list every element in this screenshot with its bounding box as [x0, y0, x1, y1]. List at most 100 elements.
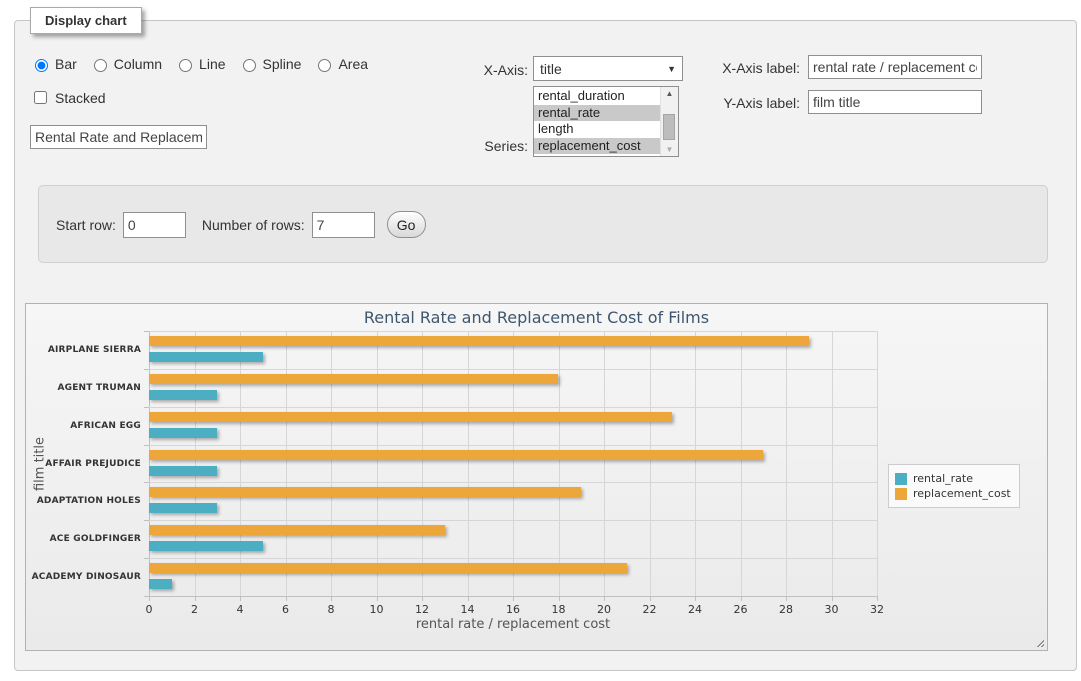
y-axis-label-label: Y-Axis label:: [700, 95, 800, 111]
bar-rental_rate[interactable]: [149, 503, 217, 513]
grid-line-h: [149, 407, 877, 408]
category-label: AFRICAN EGG: [26, 421, 141, 431]
x-tick-label: 14: [461, 603, 475, 616]
category-label: AGENT TRUMAN: [26, 383, 141, 393]
chart-title-input[interactable]: [30, 125, 207, 149]
bar-replacement_cost[interactable]: [149, 525, 445, 535]
series-select-label: Series:: [428, 138, 528, 154]
x-axis-select[interactable]: title ▼: [533, 56, 683, 81]
y-axis-tick: [144, 520, 149, 521]
grid-line-v: [832, 331, 833, 596]
x-tick-label: 18: [552, 603, 566, 616]
chart-type-label-column: Column: [114, 56, 162, 72]
x-tick-label: 22: [643, 603, 657, 616]
chart-type-radio-area[interactable]: [318, 59, 331, 72]
bar-rental_rate[interactable]: [149, 352, 263, 362]
chart-type-radio-column[interactable]: [94, 59, 107, 72]
stacked-label: Stacked: [55, 90, 106, 106]
x-tick-label: 2: [191, 603, 198, 616]
grid-line-v: [195, 331, 196, 596]
resize-handle[interactable]: [1034, 637, 1044, 647]
series-option-replacement_cost[interactable]: replacement_cost: [534, 138, 660, 155]
scrollbar-thumb[interactable]: [663, 114, 675, 140]
series-option-length[interactable]: length: [534, 121, 660, 138]
bar-rental_rate[interactable]: [149, 579, 172, 589]
bar-rental_rate[interactable]: [149, 428, 217, 438]
chevron-down-icon: ▼: [667, 64, 676, 74]
num-rows-input[interactable]: [312, 212, 375, 238]
x-axis-line: [149, 596, 877, 597]
start-row-input[interactable]: [123, 212, 186, 238]
grid-line-v: [877, 331, 878, 596]
x-tick-label: 16: [506, 603, 520, 616]
chart-type-radio-bar[interactable]: [35, 59, 48, 72]
series-option-rental_rate[interactable]: rental_rate: [534, 105, 660, 122]
chart-type-label-line: Line: [199, 56, 225, 72]
category-label: ADAPTATION HOLES: [26, 496, 141, 506]
grid-line-v: [741, 331, 742, 596]
bar-replacement_cost[interactable]: [149, 563, 627, 573]
grid-line-v: [513, 331, 514, 596]
x-axis-label-label: X-Axis label:: [700, 60, 800, 76]
bar-replacement_cost[interactable]: [149, 374, 558, 384]
x-axis-selected-value: title: [540, 61, 562, 77]
y-axis-line: [149, 331, 150, 596]
start-row-label: Start row:: [56, 217, 116, 233]
grid-line-v: [468, 331, 469, 596]
grid-line-v: [786, 331, 787, 596]
grid-line-v: [377, 331, 378, 596]
series-scrollbar[interactable]: ▲ ▼: [660, 87, 678, 156]
grid-line-v: [422, 331, 423, 596]
legend-swatch-rental_rate: [895, 473, 907, 485]
y-axis-tick: [144, 331, 149, 332]
grid-line-v: [604, 331, 605, 596]
x-tick-label: 0: [146, 603, 153, 616]
y-axis-tick: [144, 445, 149, 446]
grid-line-h: [149, 558, 877, 559]
x-axis-select-label: X-Axis:: [428, 62, 528, 78]
y-axis-tick: [144, 369, 149, 370]
stacked-row: Stacked: [30, 88, 106, 107]
chart-type-label-area: Area: [338, 56, 368, 72]
y-axis-label-input[interactable]: [808, 90, 982, 114]
grid-line-v: [695, 331, 696, 596]
chart-type-label-bar: Bar: [55, 56, 77, 72]
y-axis-tick: [144, 558, 149, 559]
legend-label: replacement_cost: [913, 487, 1011, 500]
series-option-rental_duration[interactable]: rental_duration: [534, 88, 660, 105]
category-label: ACE GOLDFINGER: [26, 534, 141, 544]
scroll-down-icon[interactable]: ▼: [661, 145, 678, 154]
x-axis-label-input[interactable]: [808, 55, 982, 79]
bar-rental_rate[interactable]: [149, 466, 217, 476]
legend-item-rental_rate[interactable]: rental_rate: [895, 472, 1011, 485]
legend-item-replacement_cost[interactable]: replacement_cost: [895, 487, 1011, 500]
x-tick-label: 24: [688, 603, 702, 616]
chart-type-radio-line[interactable]: [179, 59, 192, 72]
stacked-checkbox[interactable]: [34, 91, 47, 104]
grid-line-h: [149, 482, 877, 483]
grid-line-v: [331, 331, 332, 596]
bar-replacement_cost[interactable]: [149, 412, 672, 422]
chart-legend: rental_rate replacement_cost: [888, 464, 1020, 508]
category-label: ACADEMY DINOSAUR: [26, 572, 141, 582]
x-tick-label: 8: [328, 603, 335, 616]
x-tick-label: 30: [825, 603, 839, 616]
bar-replacement_cost[interactable]: [149, 450, 763, 460]
x-tick-label: 12: [415, 603, 429, 616]
chart-type-radio-spline[interactable]: [243, 59, 256, 72]
bar-rental_rate[interactable]: [149, 390, 217, 400]
series-listbox[interactable]: rental_durationrental_ratelengthreplacem…: [533, 86, 679, 157]
bar-replacement_cost[interactable]: [149, 487, 581, 497]
x-axis-tick: [877, 596, 878, 601]
grid-line-v: [240, 331, 241, 596]
go-button[interactable]: Go: [387, 211, 426, 238]
bar-rental_rate[interactable]: [149, 541, 263, 551]
x-tick-label: 28: [779, 603, 793, 616]
x-tick-label: 32: [870, 603, 884, 616]
scroll-up-icon[interactable]: ▲: [661, 89, 678, 98]
bar-replacement_cost[interactable]: [149, 336, 809, 346]
x-axis-title: rental rate / replacement cost: [416, 617, 610, 632]
chart-type-radios: BarColumnLineSplineArea: [30, 56, 376, 72]
y-axis-tick: [144, 407, 149, 408]
chart-title: Rental Rate and Replacement Cost of Film…: [26, 308, 1047, 327]
